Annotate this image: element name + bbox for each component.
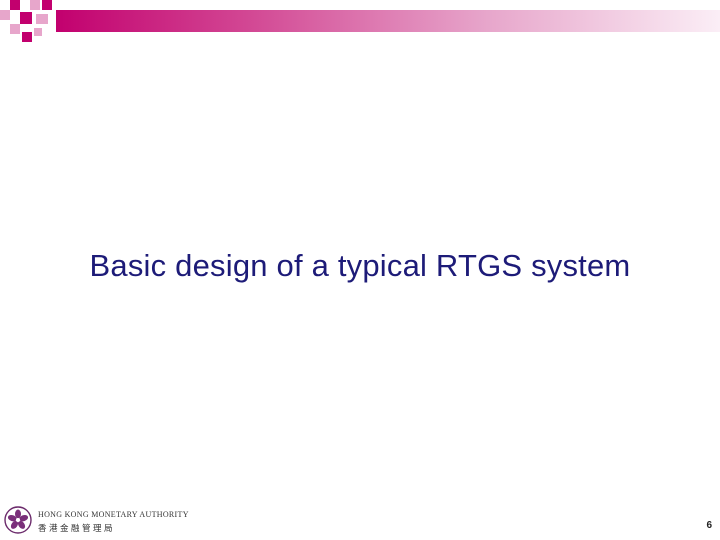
org-name-zh: 香港金融管理局 <box>38 524 116 534</box>
hkma-bauhinia-logo-icon <box>4 506 32 534</box>
deco-square <box>30 0 40 10</box>
page-number: 6 <box>706 520 712 531</box>
deco-square <box>36 14 48 24</box>
org-name-en: HONG KONG MONETARY AUTHORITY <box>38 510 189 519</box>
deco-square <box>10 0 20 10</box>
deco-square <box>10 24 20 34</box>
slide: Basic design of a typical RTGS system HO… <box>0 0 720 540</box>
deco-square <box>34 28 42 36</box>
slide-title: Basic design of a typical RTGS system <box>89 248 631 283</box>
deco-square <box>20 12 32 24</box>
deco-square <box>42 0 52 10</box>
deco-square <box>0 10 10 20</box>
header-gradient-bar <box>56 10 720 32</box>
deco-square <box>22 32 32 42</box>
